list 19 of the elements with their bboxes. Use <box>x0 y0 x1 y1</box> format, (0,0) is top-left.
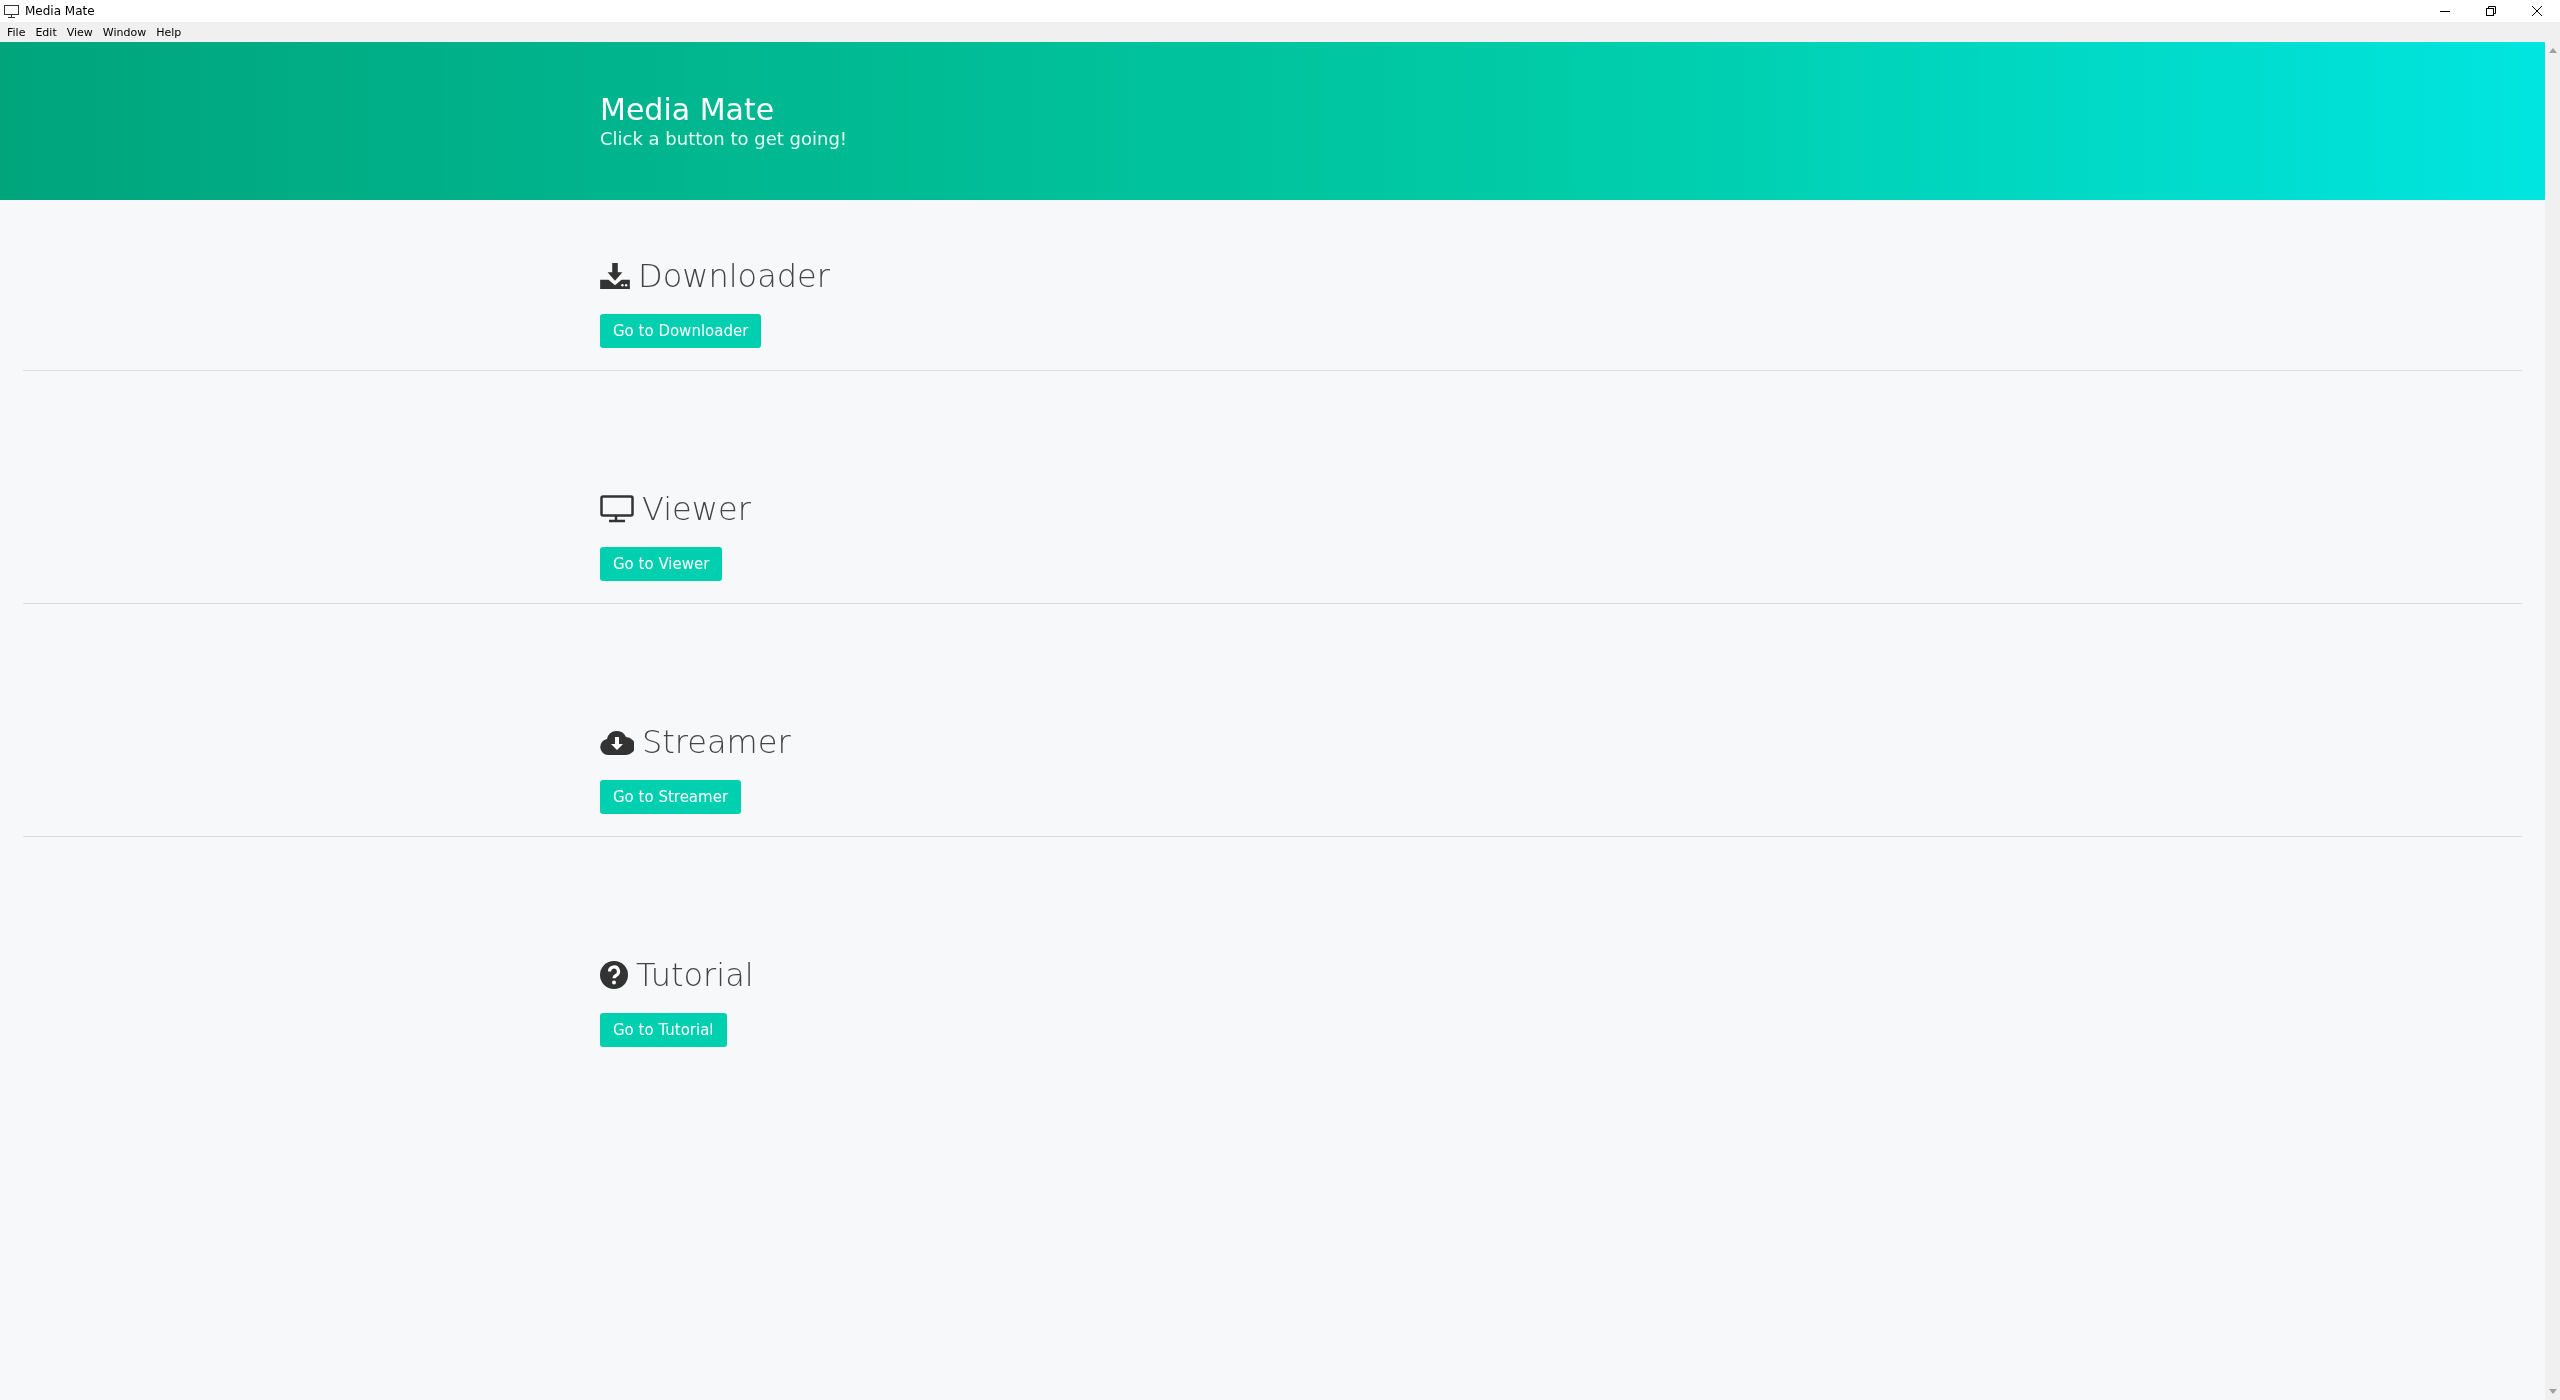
app-title: Media Mate <box>600 92 776 128</box>
section-title: Downloader <box>638 256 830 296</box>
section-title: Tutorial <box>636 955 754 995</box>
menu-item[interactable]: Window <box>97 25 152 39</box>
menu-item[interactable]: Edit <box>30 25 62 39</box>
window-title: Media Mate <box>25 4 96 18</box>
section-title: Streamer <box>642 722 791 762</box>
download-icon <box>600 263 630 289</box>
monitor-icon <box>600 495 634 523</box>
menu-item[interactable]: View <box>61 25 98 39</box>
app-subtitle: Click a button to get going! <box>600 128 849 150</box>
menu-item[interactable]: File <box>2 25 31 39</box>
question-icon <box>600 961 628 989</box>
scroll-down-icon[interactable] <box>2548 1389 2557 1394</box>
cloud-download-icon <box>600 729 634 755</box>
app-icon <box>4 4 19 18</box>
menu-item[interactable]: Help <box>151 25 187 39</box>
section-title: Viewer <box>642 489 751 529</box>
scroll-up-icon[interactable] <box>2548 48 2557 53</box>
